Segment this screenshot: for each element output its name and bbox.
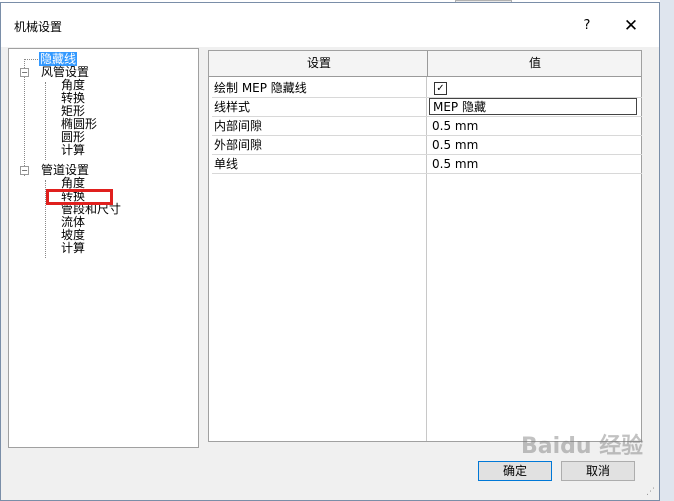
row-name: 线样式 [214,100,251,114]
draw-mep-hidden-lines-checkbox[interactable]: ✓ [434,82,447,95]
single-line-value[interactable]: 0.5 mm [429,155,478,173]
grid-row-inside-gap[interactable]: 内部间隙 0.5 mm [212,117,642,136]
row-name: 绘制 MEP 隐藏线 [214,81,307,95]
grid-header: 设置 值 [209,51,641,77]
ok-button[interactable]: 确定 [478,461,552,481]
grid-row-outside-gap[interactable]: 外部间隙 0.5 mm [212,136,642,155]
row-name: 单线 [214,157,239,171]
settings-tree[interactable]: − − 隐藏线 风管设置 角度 转换 矩形 椭圆形 圆形 计算 管道设置 角度 … [8,48,199,448]
grid-row-single-line[interactable]: 单线 0.5 mm [212,155,642,174]
mechanical-settings-dialog: 机械设置 ? ✕ − − 隐藏线 风管设置 角度 转换 矩形 椭圆形 圆形 计算… [0,2,660,501]
expand-collapse-toggle[interactable]: − [20,166,29,175]
grid-row-draw-mep-hidden-lines[interactable]: 绘制 MEP 隐藏线 ✓ [212,79,642,98]
tree-line [24,59,40,60]
background-app-strip [660,0,674,501]
tree-item-pipe-calculation[interactable]: 计算 [61,242,85,255]
inside-gap-value[interactable]: 0.5 mm [429,117,478,135]
tree-item-duct-calculation[interactable]: 计算 [61,144,85,157]
close-button[interactable]: ✕ [615,12,647,40]
tree-line [45,82,46,160]
outside-gap-value[interactable]: 0.5 mm [429,136,478,154]
expand-collapse-toggle[interactable]: − [20,68,29,77]
watermark: Baidu 经验 [521,434,644,459]
cancel-button[interactable]: 取消 [561,461,635,481]
dialog-title: 机械设置 [14,20,63,34]
red-highlight-box [46,189,113,205]
grid-row-line-style[interactable]: 线样式 MEP 隐藏 [212,98,642,117]
column-header-value[interactable]: 值 [427,51,642,76]
line-style-field[interactable]: MEP 隐藏 [429,98,637,115]
column-header-setting[interactable]: 设置 [212,51,426,76]
title-bar: 机械设置 ? ✕ [1,3,659,47]
row-name: 内部间隙 [214,119,263,133]
settings-grid: 设置 值 绘制 MEP 隐藏线 ✓ 线样式 MEP 隐藏 内部间隙 0.5 mm… [208,50,642,442]
row-name: 外部间隙 [214,138,263,152]
resize-grip-icon[interactable]: ⋰ [646,487,656,497]
help-button[interactable]: ? [571,12,603,40]
